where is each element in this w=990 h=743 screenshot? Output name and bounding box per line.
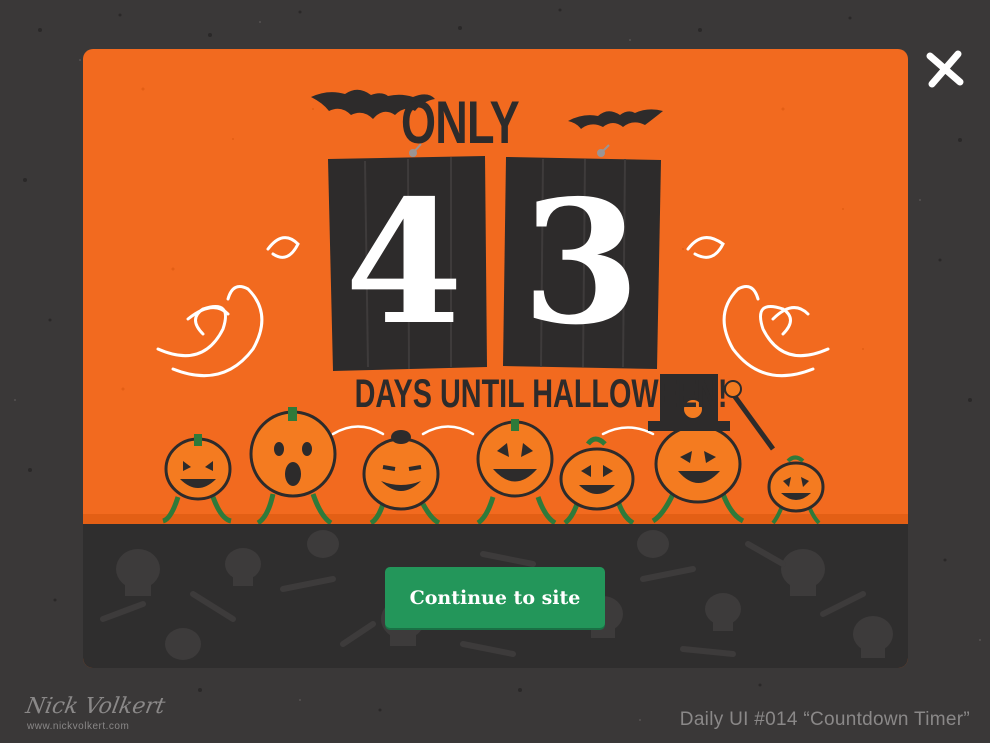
bone-icon	[820, 591, 866, 617]
continue-to-site-button[interactable]: Continue to site	[385, 567, 605, 628]
countdown-digit-ones: 3	[521, 163, 641, 363]
close-button[interactable]	[922, 46, 968, 92]
bone-icon	[190, 591, 236, 622]
bat-icon	[568, 109, 663, 129]
author-url[interactable]: www.nickvolkert.com	[27, 721, 129, 732]
author-signature: Nick Volkert	[23, 694, 168, 719]
swirl-icon	[156, 236, 300, 378]
skull-icon	[637, 530, 669, 558]
pumpkin-icon	[249, 407, 337, 524]
bone-icon	[680, 646, 736, 657]
bone-icon	[340, 621, 376, 647]
swirl-icon	[686, 236, 830, 378]
bone-icon	[745, 541, 786, 567]
pumpkin-icon	[162, 434, 232, 524]
project-caption: Daily UI #014 “Countdown Timer”	[679, 709, 970, 730]
skull-icon	[165, 628, 201, 660]
skull-icon	[116, 549, 160, 596]
skull-icon	[705, 593, 741, 631]
pumpkin-icon	[476, 419, 557, 524]
countdown-digit-tens: 4	[344, 163, 464, 363]
close-icon	[926, 50, 964, 88]
skull-icon	[781, 549, 825, 596]
headline-days-until: DAYS UNTIL HALLOWEEN!	[354, 372, 728, 416]
bone-icon	[100, 601, 146, 622]
bone-icon	[640, 566, 696, 582]
skull-icon	[853, 616, 893, 658]
bone-icon	[480, 551, 536, 567]
skull-icon	[225, 548, 261, 586]
headline-only: ONLY	[401, 89, 520, 156]
pumpkin-icon	[362, 430, 441, 524]
skull-icon	[307, 530, 339, 558]
bone-icon	[280, 576, 336, 592]
pumpkin-icon	[767, 455, 825, 524]
bone-icon	[460, 641, 516, 657]
pumpkin-icon	[559, 436, 635, 524]
